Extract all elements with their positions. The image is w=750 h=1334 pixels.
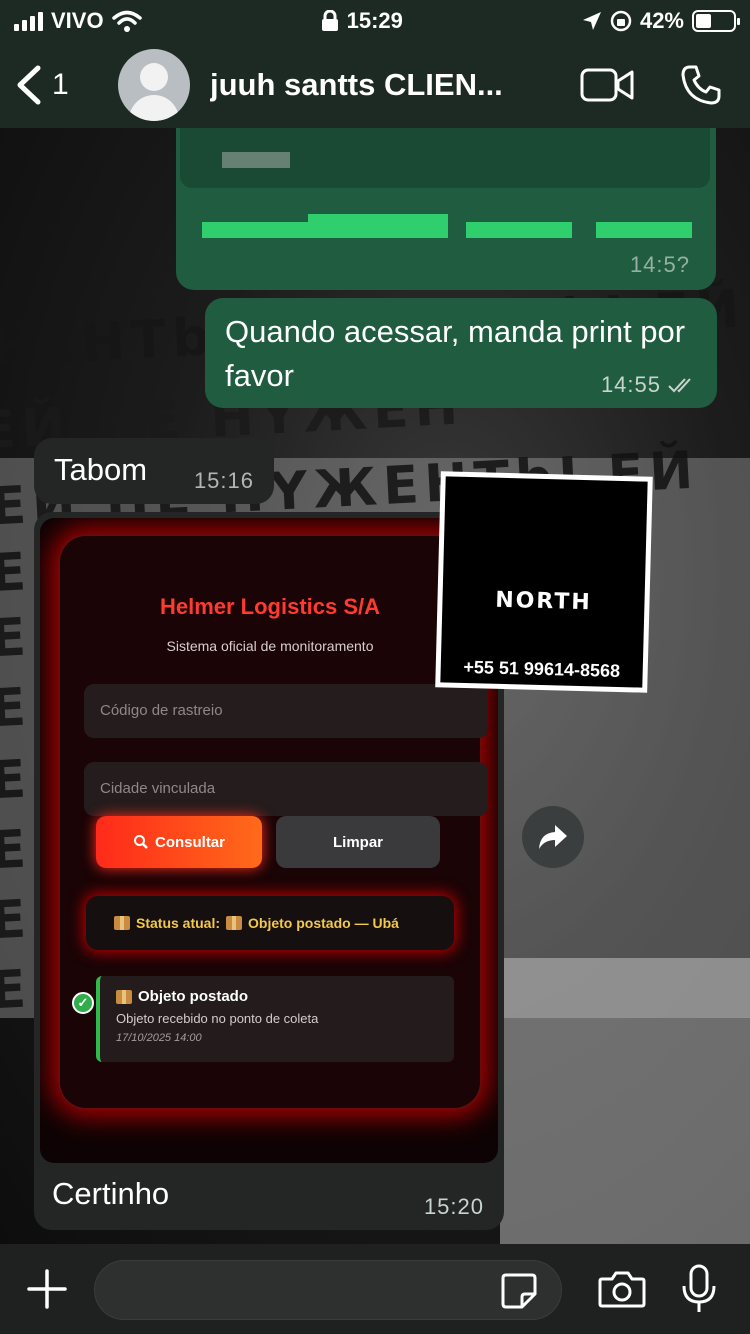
- tracking-card: Helmer Logistics S/A Sistema oficial de …: [58, 534, 488, 1110]
- sticker-icon: [501, 1273, 537, 1309]
- redacted-text: [308, 214, 448, 238]
- event-title-row: Objeto postado: [116, 988, 438, 1005]
- phone-icon[interactable]: [680, 64, 722, 106]
- input-bar: [0, 1244, 750, 1334]
- message-bubble-outgoing[interactable]: Quando acessar, manda print por favor 14…: [205, 298, 717, 408]
- sticker-content: NORTH +55 51 99614-8568: [440, 476, 648, 688]
- camera-icon: [598, 1271, 646, 1308]
- status-bar: VIVO 15:29 42%: [0, 0, 750, 42]
- status-box: Status atual: Objeto postado — Ubá: [86, 896, 454, 950]
- message-meta: 14:55: [601, 372, 697, 398]
- tracking-code-field: Código de rastreio: [84, 684, 488, 738]
- microphone-icon: [682, 1264, 716, 1312]
- sticker[interactable]: NORTH +55 51 99614-8568: [435, 471, 653, 693]
- forward-icon: [539, 825, 567, 849]
- status-label: Status atual:: [136, 915, 221, 931]
- contact-name[interactable]: juuh santts CLIEN...: [210, 67, 580, 103]
- video-call-icon[interactable]: [580, 67, 634, 103]
- mic-button[interactable]: [680, 1264, 718, 1319]
- message-meta: 15:16: [194, 468, 254, 494]
- status-value: Objeto postado — Ubá: [248, 915, 399, 931]
- check-icon: ✓: [72, 992, 94, 1014]
- clock: 15:29: [346, 8, 403, 33]
- forward-button[interactable]: [522, 806, 584, 868]
- tracking-event: Objeto postado Objeto recebido no ponto …: [96, 976, 454, 1062]
- message-meta: 14:5?: [630, 252, 690, 278]
- battery-percent: 42%: [639, 8, 684, 33]
- avatar[interactable]: [118, 49, 190, 121]
- attach-button[interactable]: [20, 1262, 74, 1316]
- city-field: Cidade vinculada: [84, 762, 488, 816]
- battery-icon: [692, 10, 740, 32]
- event-title: Objeto postado: [138, 988, 248, 1005]
- redacted-text: [596, 222, 692, 238]
- status-left: VIVO: [14, 8, 142, 34]
- double-check-icon: [668, 378, 691, 393]
- plus-icon: [27, 1269, 67, 1309]
- chevron-left-icon: [17, 65, 41, 105]
- consult-button: Consultar: [96, 816, 262, 868]
- attached-screenshot[interactable]: Helmer Logistics S/A Sistema oficial de …: [40, 518, 498, 1163]
- chat-header: 1 juuh santts CLIEN...: [0, 42, 750, 128]
- unread-count: 1: [52, 68, 69, 101]
- redacted-text: [222, 152, 290, 168]
- signal-icon: [14, 11, 43, 31]
- sticker-brand: NORTH: [494, 587, 593, 616]
- search-icon: [133, 835, 148, 849]
- consult-label: Consultar: [154, 833, 225, 851]
- sticker-phone: +55 51 99614-8568: [463, 656, 621, 682]
- status-center: 15:29: [321, 8, 403, 34]
- message-text: Certinho: [52, 1176, 170, 1211]
- message-time: 15:20: [423, 1194, 484, 1219]
- message-bubble-incoming-image[interactable]: Helmer Logistics S/A Sistema oficial de …: [34, 512, 504, 1230]
- message-bubble-outgoing[interactable]: 14:5?: [176, 128, 716, 290]
- message-time: 14:55: [600, 372, 661, 397]
- event-description: Objeto recebido no ponto de coleta: [116, 1011, 319, 1026]
- message-bubble-incoming[interactable]: Tabom 15:16: [34, 438, 274, 504]
- clear-label: Limpar: [332, 833, 383, 851]
- event-date: 17/10/2025 14:00: [116, 1032, 202, 1044]
- message-meta: 15:20: [424, 1194, 484, 1220]
- lock-icon: [321, 10, 338, 31]
- carrier-label: VIVO: [51, 8, 104, 33]
- location-icon: [582, 12, 601, 30]
- redacted-text: [516, 222, 572, 238]
- status-right: 42%: [582, 8, 740, 34]
- package-icon: [226, 916, 243, 930]
- package-icon: [116, 989, 132, 1004]
- wifi-icon: [111, 10, 142, 32]
- back-button[interactable]: 1: [14, 64, 118, 106]
- camera-button[interactable]: [598, 1270, 646, 1313]
- rotation-lock-icon: [610, 10, 632, 32]
- message-input[interactable]: [94, 1260, 562, 1320]
- company-subtitle: Sistema oficial de monitoramento: [166, 638, 374, 654]
- message-time: 15:16: [193, 468, 254, 493]
- company-title: Helmer Logistics S/A: [159, 594, 381, 619]
- package-icon: [114, 916, 130, 930]
- message-time: 14:5?: [629, 252, 690, 277]
- sticker-button[interactable]: [500, 1272, 538, 1315]
- clear-button: Limpar: [276, 816, 440, 868]
- header-actions: [580, 64, 722, 106]
